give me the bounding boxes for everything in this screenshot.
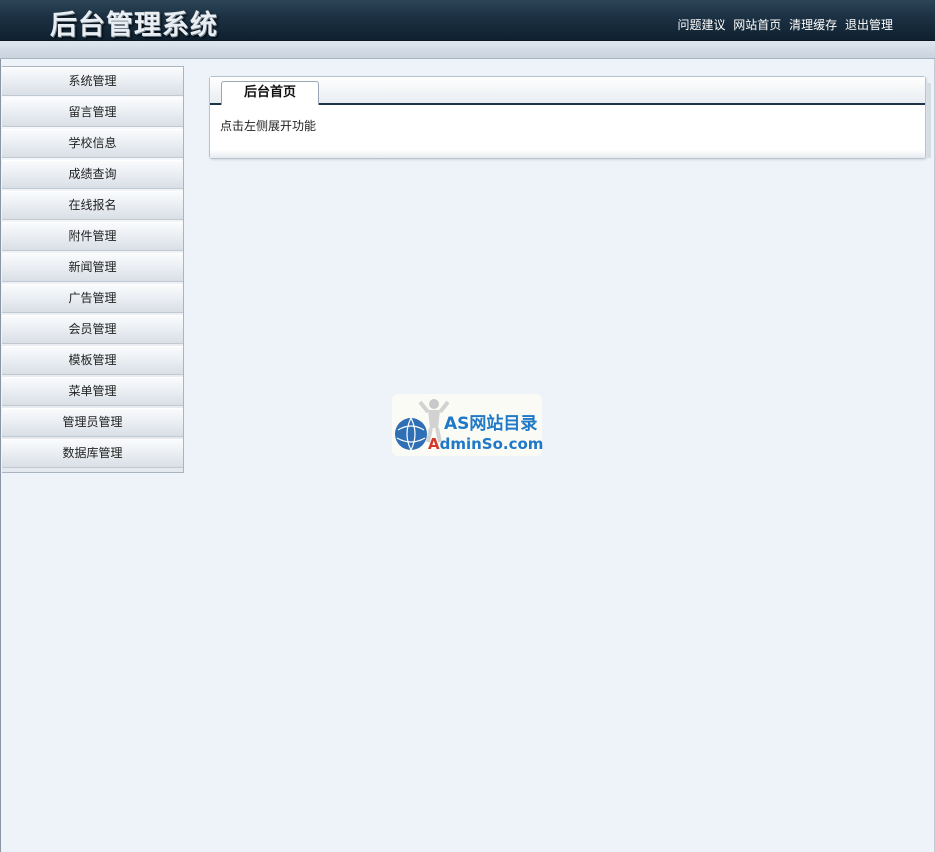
sidebar-item-attachments[interactable]: 附件管理 [2, 222, 183, 251]
window-left-border [0, 0, 1, 852]
sidebar-item-menus[interactable]: 菜单管理 [2, 377, 183, 406]
watermark-domain-rest: dminSo.com [439, 435, 544, 453]
sidebar-item-registration[interactable]: 在线报名 [2, 191, 183, 220]
watermark-domain-initial: A [428, 435, 440, 453]
top-header: 后台管理系统 问题建议 网站首页 清理缓存 退出管理 [0, 0, 935, 41]
sidebar-item-messages[interactable]: 留言管理 [2, 98, 183, 127]
sidebar-item-admins[interactable]: 管理员管理 [2, 408, 183, 437]
sidebar-item-news[interactable]: 新闻管理 [2, 253, 183, 282]
sidebar-item-system[interactable]: 系统管理 [2, 67, 183, 96]
top-links: 问题建议 网站首页 清理缓存 退出管理 [673, 16, 893, 33]
panel-scrollbar[interactable] [927, 83, 931, 158]
sidebar-item-members[interactable]: 会员管理 [2, 315, 183, 344]
watermark-title: AS网站目录 [444, 414, 538, 434]
sidebar-menu: 系统管理 留言管理 学校信息 成绩查询 在线报名 附件管理 新闻管理 广告管理 … [2, 66, 184, 473]
main-panel: 后台首页 点击左侧展开功能 [209, 76, 931, 159]
app-title: 后台管理系统 [50, 10, 218, 41]
tab-admin-home[interactable]: 后台首页 [221, 81, 319, 105]
sidebar-footer [2, 470, 183, 484]
link-feedback[interactable]: 问题建议 [677, 18, 725, 32]
link-clear-cache[interactable]: 清理缓存 [789, 18, 837, 32]
header-subbar [0, 41, 935, 59]
panel-bottom-bar [210, 150, 925, 158]
sidebar-item-database[interactable]: 数据库管理 [2, 439, 183, 468]
sidebar-item-ads[interactable]: 广告管理 [2, 284, 183, 313]
link-site-home[interactable]: 网站首页 [733, 18, 781, 32]
sidebar-item-school-info[interactable]: 学校信息 [2, 129, 183, 158]
sidebar-item-grades[interactable]: 成绩查询 [2, 160, 183, 189]
sidebar-item-templates[interactable]: 模板管理 [2, 346, 183, 375]
welcome-message: 点击左侧展开功能 [220, 119, 317, 133]
tab-bar: 后台首页 [210, 77, 925, 105]
watermark-domain: AdminSo.com [428, 435, 543, 453]
watermark-logo: AS网站目录 AdminSo.com [392, 394, 543, 456]
link-logout[interactable]: 退出管理 [845, 18, 893, 32]
